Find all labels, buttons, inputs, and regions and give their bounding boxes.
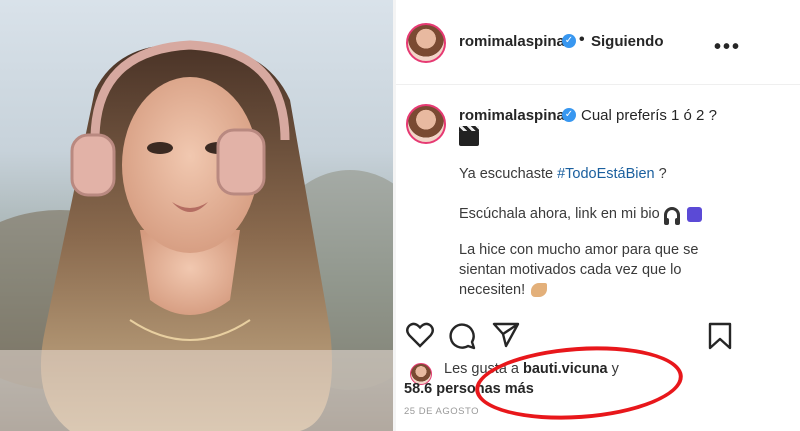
post-header: romimalaspina ✓ • Siguiendo •••	[396, 14, 800, 70]
username[interactable]: romimalaspina	[459, 33, 565, 50]
music-note-icon	[686, 206, 702, 222]
headphones-icon	[663, 207, 680, 226]
caption-avatar[interactable]	[406, 104, 446, 144]
photo-illustration	[0, 40, 393, 431]
caption-line: Cual preferís 1 ó 2 ?	[581, 107, 717, 124]
caption-line: necesiten!	[459, 282, 548, 298]
avatar[interactable]	[406, 23, 446, 63]
comment-icon[interactable]	[448, 322, 476, 350]
caption-text: Ya escuchaste	[459, 166, 554, 182]
caption-line: Escúchala ahora, link en mi bio	[459, 206, 702, 226]
separator-dot: •	[579, 31, 585, 48]
verified-icon: ✓	[562, 108, 576, 122]
caption-text: ?	[658, 166, 667, 182]
bookmark-icon[interactable]	[708, 322, 732, 350]
follow-status-button[interactable]: Siguiendo	[591, 33, 664, 50]
caption-line: La hice con mucho amor para que se	[459, 242, 699, 258]
flexed-arm-icon	[531, 283, 548, 298]
hashtag-link[interactable]: #TodoEstáBien	[557, 166, 655, 182]
caption-text: necesiten!	[459, 282, 526, 298]
caption-line: sientan motivados cada vez que lo	[459, 262, 682, 278]
post-photo	[0, 0, 393, 431]
divider	[396, 84, 800, 85]
caption-text: Escúchala ahora, link en mi bio	[459, 206, 660, 222]
likes-count: 58.6	[404, 381, 433, 397]
caption-username[interactable]: romimalaspina	[459, 107, 565, 124]
share-icon[interactable]	[492, 322, 520, 348]
verified-icon: ✓	[562, 34, 576, 48]
clapper-icon	[459, 126, 479, 146]
more-options-icon[interactable]: •••	[714, 36, 741, 59]
post-date[interactable]: 25 DE AGOSTO	[404, 406, 479, 417]
caption-line: Ya escuchaste #TodoEstáBien ?	[459, 166, 667, 182]
heart-icon[interactable]	[406, 322, 434, 348]
